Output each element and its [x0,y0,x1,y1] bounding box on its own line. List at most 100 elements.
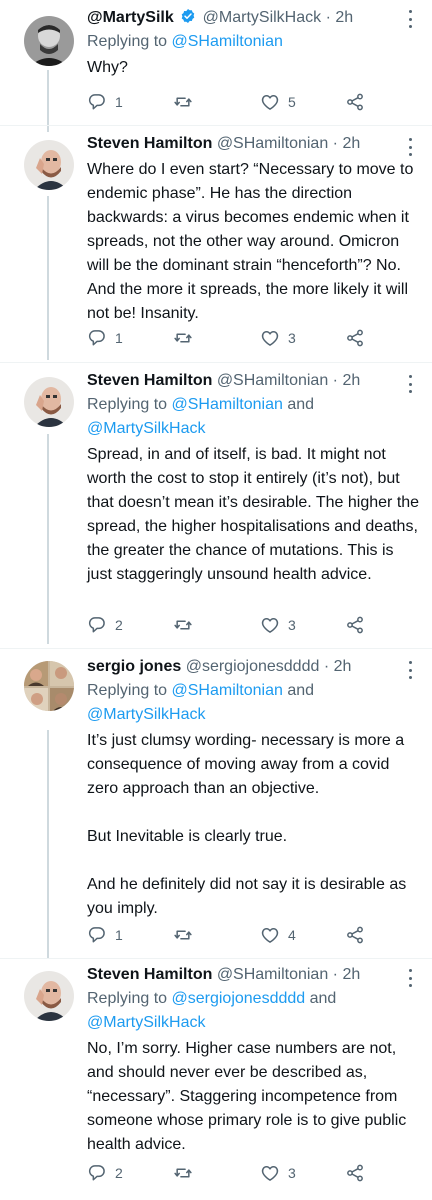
tweet-text: Why? [87,56,422,80]
tweet-actions: 14 [87,923,387,947]
like-count: 5 [288,94,296,110]
retweet-button[interactable] [173,1161,193,1185]
more-icon[interactable] [404,375,416,393]
reply-button[interactable]: 2 [87,613,123,637]
reply-icon [88,1165,105,1181]
retweet-icon [174,333,192,343]
share-icon [347,329,363,347]
tweet-text: No, I’m sorry. Higher case numbers are n… [87,1037,422,1157]
reply-button[interactable]: 2 [87,1161,123,1185]
heart-icon [261,618,279,633]
tweet[interactable]: Steven Hamilton @SHamiltonian · 2h Reply… [0,363,432,648]
like-button[interactable]: 5 [260,90,296,114]
avatar[interactable] [24,971,74,1021]
user-handle[interactable]: @SHamiltonian [217,372,328,389]
display-name[interactable]: Steven Hamilton [87,372,212,389]
retweet-button[interactable] [173,613,193,637]
tweet-paragraph: Why? [87,59,128,76]
reply-count: 1 [115,927,123,943]
replying-to: Replying to @SHamiltonian [87,30,422,54]
replying-to-label: Replying to [87,682,172,699]
like-count: 3 [288,1165,296,1181]
tweet-actions: 15 [87,90,387,114]
timestamp[interactable]: · 2h [324,658,352,675]
avatar[interactable] [24,140,74,190]
display-name[interactable]: @MartySilk [87,9,174,26]
mention-link[interactable]: @MartySilkHack [87,420,205,437]
like-button[interactable]: 3 [260,613,296,637]
timestamp[interactable]: · 2h [333,372,361,389]
display-name[interactable]: Steven Hamilton [87,135,212,152]
retweet-icon [174,1168,192,1178]
reply-count: 2 [115,1165,123,1181]
retweet-icon [174,930,192,940]
heart-icon [261,95,279,110]
share-button[interactable] [345,90,365,114]
timestamp[interactable]: · 2h [333,135,361,152]
retweet-icon [174,97,192,107]
replying-to-join: and [282,682,315,699]
tweet-paragraph: Where do I even start? “Necessary to mov… [87,161,414,322]
share-button[interactable] [345,1161,365,1185]
share-button[interactable] [345,613,365,637]
tweet-header: Steven Hamilton @SHamiltonian · 2h [87,132,422,156]
tweet[interactable]: Steven Hamilton @SHamiltonian · 2h Reply… [0,959,432,1200]
tweet-paragraph: It’s just clumsy wording- necessary is m… [87,732,405,797]
replying-to-label: Replying to [87,990,172,1007]
retweet-button[interactable] [173,923,193,947]
timestamp[interactable]: · 2h [326,9,354,26]
reply-button[interactable]: 1 [87,90,123,114]
heart-icon [261,1166,279,1181]
reply-icon [88,94,105,110]
mention-link[interactable]: @MartySilkHack [87,1014,205,1031]
retweet-button[interactable] [173,90,193,114]
more-icon[interactable] [404,661,416,679]
mention-link[interactable]: @SHamiltonian [172,682,283,699]
reply-button[interactable]: 1 [87,326,123,350]
tweet-header: sergio jones @sergiojonesdddd · 2h [87,655,422,679]
avatar[interactable] [24,377,74,427]
verified-badge-icon [181,9,195,23]
tweet-text: Spread, in and of itself, is bad. It mig… [87,443,422,587]
like-button[interactable]: 4 [260,923,296,947]
reply-button[interactable]: 1 [87,923,123,947]
like-button[interactable]: 3 [260,326,296,350]
reply-icon [88,617,105,633]
display-name[interactable]: sergio jones [87,658,181,675]
tweet-header: @MartySilk @MartySilkHack · 2h [87,6,422,30]
user-handle[interactable]: @MartySilkHack [203,9,321,26]
tweet[interactable]: Steven Hamilton @SHamiltonian · 2h Where… [0,126,432,362]
more-icon[interactable] [404,138,416,156]
heart-icon [261,928,279,943]
tweet[interactable]: sergio jones @sergiojonesdddd · 2h Reply… [0,649,432,958]
user-handle[interactable]: @SHamiltonian [217,135,328,152]
user-handle[interactable]: @sergiojonesdddd [186,658,320,675]
timestamp[interactable]: · 2h [333,966,361,983]
user-handle[interactable]: @SHamiltonian [217,966,328,983]
heart-icon [261,331,279,346]
mention-link[interactable]: @MartySilkHack [87,706,205,723]
more-icon[interactable] [404,969,416,987]
reply-count: 2 [115,617,123,633]
mention-link[interactable]: @SHamiltonian [172,396,283,413]
tweet[interactable]: @MartySilk @MartySilkHack · 2h Replying … [0,0,432,125]
display-name[interactable]: Steven Hamilton [87,966,212,983]
tweet-header: Steven Hamilton @SHamiltonian · 2h [87,369,422,393]
avatar[interactable] [24,16,74,66]
tweet-actions: 23 [87,1161,387,1185]
share-icon [347,616,363,634]
tweet-text: Where do I even start? “Necessary to mov… [87,158,422,326]
share-button[interactable] [345,326,365,350]
mention-link[interactable]: @SHamiltonian [172,33,283,50]
share-button[interactable] [345,923,365,947]
replying-to-label: Replying to [87,33,172,50]
like-button[interactable]: 3 [260,1161,296,1185]
retweet-button[interactable] [173,326,193,350]
avatar[interactable] [24,661,74,711]
tweet-paragraph: But Inevitable is clearly true. [87,828,288,845]
tweet-header: Steven Hamilton @SHamiltonian · 2h [87,963,422,987]
mention-link[interactable]: @sergiojonesdddd [172,990,306,1007]
more-icon[interactable] [404,10,416,28]
like-count: 4 [288,927,296,943]
tweet-paragraph: Spread, in and of itself, is bad. It mig… [87,446,420,583]
